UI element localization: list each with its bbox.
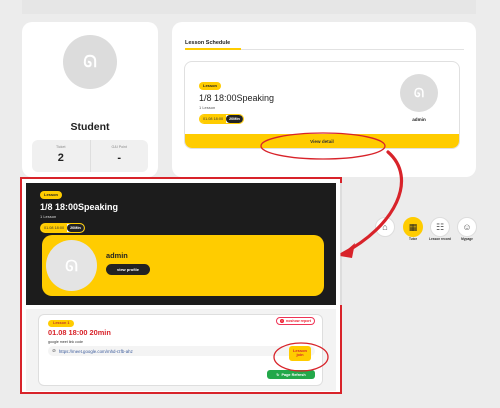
lesson-record-glyph: ☷ (435, 221, 445, 232)
home-glyph: ⌂ (382, 222, 388, 232)
lesson-schedule-card: Lesson Schedule Lesson 1/8 18:00Speaking… (172, 22, 476, 177)
detail-lesson-tag: Lesson (40, 191, 63, 199)
detail-date: 01.08 18:00 (41, 224, 68, 232)
stat-ticket-label: Ticket (56, 145, 66, 149)
schedule-divider (185, 48, 464, 50)
scrollbar[interactable] (340, 183, 342, 305)
tutor-panel: ᘏ admin view profile (42, 235, 324, 296)
refresh-label: Page Refresh (281, 372, 306, 377)
top-strip (22, 0, 476, 14)
session-title: 01.08 18:00 20min (48, 328, 111, 337)
meet-link-label: google meet link code (48, 340, 83, 344)
stat-point-label: G&I Point (111, 145, 127, 149)
tutor-glyph: ▦ (408, 221, 418, 232)
stat-point: G&I Point - (89, 140, 149, 172)
detail-lesson-title: 1/8 18:00Speaking (40, 202, 119, 212)
lesson-record-label: Lesson record (429, 237, 451, 241)
session-tag: Lesson 1 (48, 320, 75, 327)
user-placeholder-icon: ᘏ (65, 256, 78, 275)
detail-tutor-name: admin (106, 251, 128, 260)
alert-icon: ! (280, 319, 285, 323)
home-icon[interactable]: ⌂ (375, 217, 395, 237)
profile-avatar: ᘏ (63, 35, 117, 89)
annotation-arrowhead (340, 243, 355, 258)
tutor-label: Tutor (409, 237, 417, 241)
mypage-label: Mypage (461, 237, 473, 241)
user-placeholder-icon: ᘏ (414, 85, 424, 100)
mypage-icon[interactable]: ☺ (457, 217, 477, 237)
mypage-glyph: ☺ (462, 222, 472, 232)
lesson-session-card: Lesson 1 ! noshow report 01.08 18:00 20m… (38, 314, 323, 386)
lesson-detail-highlight: Lesson 1/8 18:00Speaking 1 Lesson 01.08 … (20, 177, 342, 394)
link-icon: ⊘ (52, 348, 56, 353)
lesson-title: 1/8 18:00Speaking (199, 93, 275, 103)
detail-tutor-avatar: ᘏ (46, 240, 97, 291)
stat-ticket-value: 2 (57, 152, 64, 164)
lesson-tag: Lesson (199, 82, 222, 90)
tutor-avatar: ᘏ (400, 74, 438, 112)
meet-link-url[interactable]: https://meet.google.com/mhd-rzfb-ahz (59, 349, 133, 354)
lesson-card[interactable]: Lesson 1/8 18:00Speaking 1 Lesson 01.08 … (184, 61, 460, 149)
lesson-subtitle: 1 Lesson (199, 105, 216, 110)
detail-duration: 20Min (67, 224, 84, 232)
lesson-date: 01.08 18:00 (200, 115, 227, 123)
profile-card: ᘏ Student Ticket 2 G&I Point - ▣ Profile… (22, 22, 158, 191)
tutor-name: admin (412, 117, 426, 122)
stat-ticket: Ticket 2 (32, 140, 90, 172)
lesson-session-area: Lesson 1 ! noshow report 01.08 18:00 20m… (26, 309, 336, 391)
stats-panel: Ticket 2 G&I Point - (32, 140, 148, 172)
lesson-record-icon[interactable]: ☷ (430, 217, 450, 237)
detail-time-pill: 01.08 18:00 20Min (40, 223, 85, 233)
page-refresh-button[interactable]: ↻ Page Refresh (267, 370, 315, 379)
schedule-title: Lesson Schedule (185, 40, 231, 46)
view-profile-button[interactable]: view profile (106, 264, 150, 275)
meet-link-field[interactable]: ⊘ https://meet.google.com/mhd-rzfb-ahz (48, 346, 315, 356)
view-detail-button[interactable]: View detail (185, 134, 459, 148)
detail-lesson-subtitle: 1 Lesson (40, 214, 57, 219)
lesson-time-pill: 01.08 18:00 20Min (199, 114, 244, 124)
user-placeholder-icon: ᘏ (83, 52, 97, 71)
lesson-join-button[interactable]: Lesson join (289, 346, 311, 361)
lesson-duration: 20Min (226, 115, 243, 123)
noshow-label: noshow report (286, 319, 311, 323)
student-name: Student (70, 121, 110, 133)
tutor-icon[interactable]: ▦ (403, 217, 423, 237)
stat-point-value: - (117, 152, 122, 164)
refresh-icon: ↻ (276, 373, 280, 377)
noshow-report-button[interactable]: ! noshow report (276, 317, 315, 325)
lesson-detail-header: Lesson 1/8 18:00Speaking 1 Lesson 01.08 … (26, 183, 336, 305)
